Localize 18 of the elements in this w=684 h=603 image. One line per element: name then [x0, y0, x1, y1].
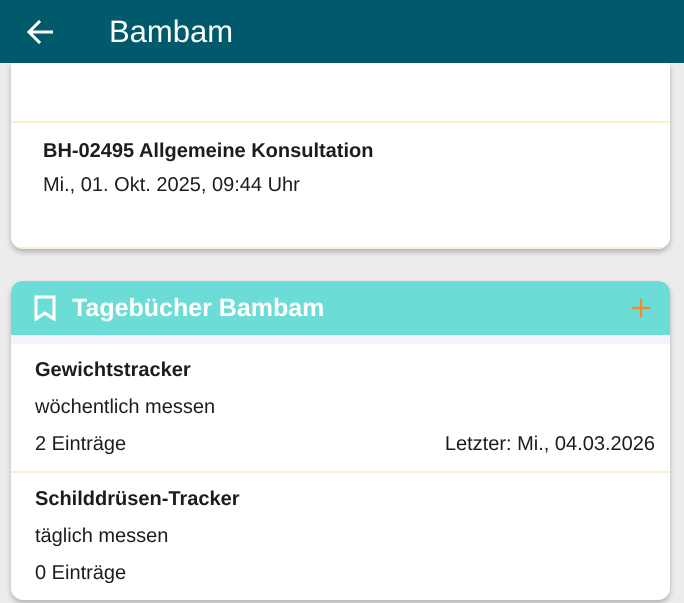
bookmark-icon — [34, 295, 56, 321]
diary-frequency: täglich messen — [35, 524, 170, 549]
diary-name: Schilddrüsen-Tracker — [35, 487, 241, 512]
visit-title: BH-02495 Allgemeine Konsultation — [43, 139, 374, 164]
diary-item[interactable]: Gewichtstracker wöchentlich messen 2 Einträge Letzter: Mi., 04.03.2026 — [11, 344, 670, 471]
last-entry-date: Letzter: Mi., 04.03.2026 — [444, 432, 655, 457]
back-arrow-icon — [27, 20, 53, 44]
entry-count: 2 Einträge — [35, 432, 126, 457]
diary-frequency: wöchentlich messen — [35, 395, 216, 420]
diaries-title: Tagebücher Bambam — [72, 293, 324, 323]
visit-item[interactable]: BH-02495 Allgemeine Konsultation Mi., 01. Okt. 2025, 09:44 Uhr — [11, 121, 670, 249]
entry-count: 0 Einträge — [35, 561, 126, 586]
plus-icon — [632, 299, 650, 317]
app-title: Bambam — [109, 12, 234, 50]
diary-name: Gewichtstracker — [35, 358, 192, 383]
visit-date: Mi., 01. Okt. 2025, 09:44 Uhr — [43, 173, 301, 198]
diary-item[interactable]: Schilddrüsen-Tracker täglich messen 0 Einträge — [11, 471, 670, 600]
back-button[interactable] — [27, 20, 53, 44]
